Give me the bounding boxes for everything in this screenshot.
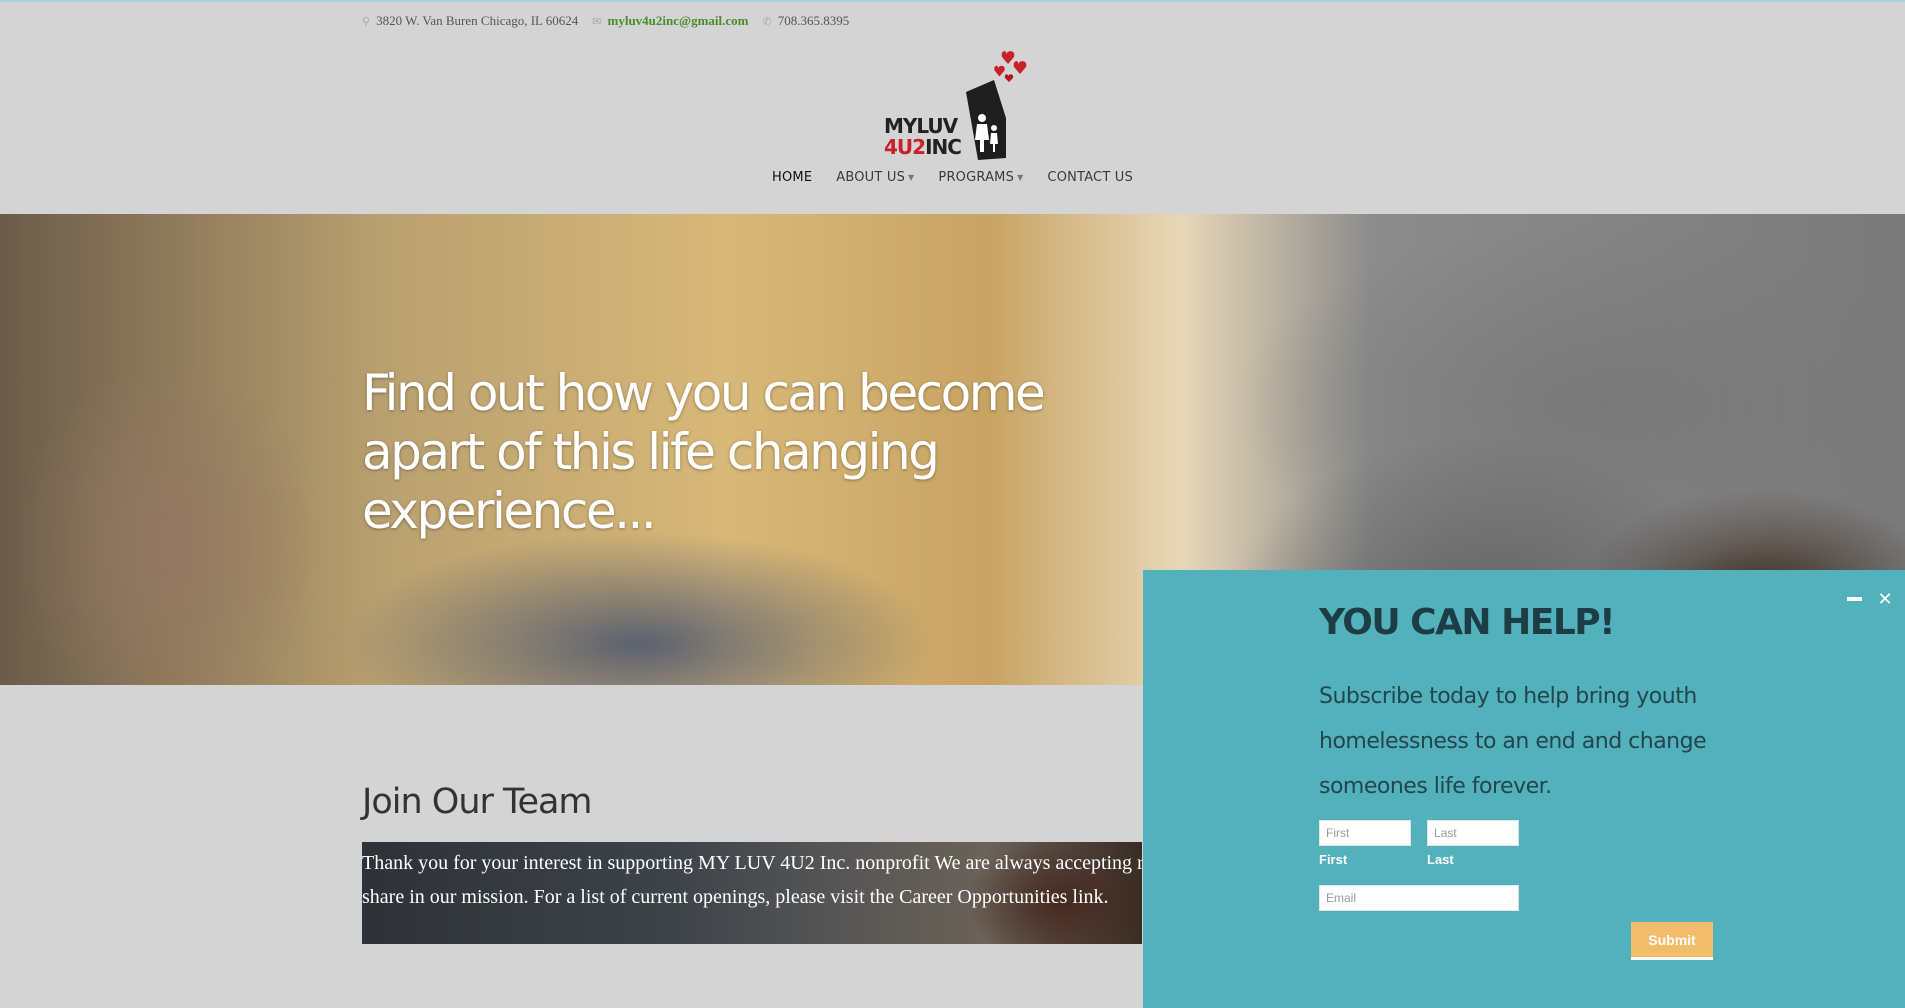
map-pin-icon: ⚲ bbox=[362, 14, 371, 28]
email-input[interactable] bbox=[1319, 885, 1519, 911]
phone-icon: ✆ bbox=[762, 14, 772, 28]
email-item[interactable]: ✉ myluv4u2inc@gmail.com bbox=[592, 13, 748, 29]
nav-programs[interactable]: PROGRAMS ▼ bbox=[938, 170, 1023, 185]
site-logo[interactable]: MYLUV 4U2INC bbox=[878, 48, 1028, 164]
nav-about-us[interactable]: ABOUT US ▼ bbox=[836, 170, 914, 185]
phone-text: 708.365.8395 bbox=[777, 13, 850, 28]
logo-wordmark: MYLUV 4U2INC bbox=[884, 114, 962, 159]
logo-line-2: 4U2INC bbox=[884, 135, 962, 159]
first-name-input[interactable] bbox=[1319, 820, 1411, 846]
popup-heading: YOU CAN HELP! bbox=[1319, 602, 1616, 643]
minus-icon[interactable] bbox=[1847, 596, 1863, 602]
join-team-banner: Thank you for your interest in supportin… bbox=[362, 842, 1142, 944]
email-link[interactable]: myluv4u2inc@gmail.com bbox=[608, 13, 749, 29]
logo-line-1: MYLUV bbox=[884, 114, 958, 138]
phone-item: ✆ 708.365.8395 bbox=[763, 13, 850, 29]
nav-home-label: HOME bbox=[772, 170, 813, 185]
contact-bar: ⚲ 3820 W. Van Buren Chicago, IL 60624 ✉ … bbox=[362, 12, 849, 30]
envelope-icon: ✉ bbox=[592, 14, 602, 28]
close-icon[interactable]: ✕ bbox=[1875, 590, 1895, 610]
nav-home[interactable]: HOME bbox=[772, 170, 812, 185]
last-name-input[interactable] bbox=[1427, 820, 1519, 846]
last-name-label: Last bbox=[1427, 852, 1454, 867]
hero-title: Find out how you can become apart of thi… bbox=[362, 364, 1046, 540]
chevron-down-icon: ▼ bbox=[1017, 173, 1024, 182]
logo-line-2-dark: INC bbox=[925, 135, 962, 159]
logo-line-2-red: 4U2 bbox=[884, 135, 926, 159]
nav-contact-us[interactable]: CONTACT US bbox=[1047, 170, 1133, 185]
address-text: 3820 W. Van Buren Chicago, IL 60624 bbox=[376, 13, 579, 28]
nav-about-label: ABOUT US bbox=[836, 170, 906, 185]
join-team-text: Thank you for your interest in supportin… bbox=[362, 852, 1142, 908]
address-item: ⚲ 3820 W. Van Buren Chicago, IL 60624 bbox=[362, 13, 578, 29]
first-name-label: First bbox=[1319, 852, 1348, 867]
join-team-title: Join Our Team bbox=[362, 782, 593, 822]
top-accent-bar bbox=[0, 0, 1905, 2]
submit-button[interactable]: Submit bbox=[1631, 922, 1713, 960]
nav-contact-label: CONTACT US bbox=[1047, 170, 1133, 185]
popup-description: Subscribe today to help bring youth home… bbox=[1319, 684, 1707, 799]
chevron-down-icon: ▼ bbox=[908, 173, 915, 182]
nav-programs-label: PROGRAMS bbox=[938, 170, 1015, 185]
main-nav: HOME ABOUT US ▼ PROGRAMS ▼ CONTACT US bbox=[0, 170, 1905, 185]
subscribe-popup: ✕ YOU CAN HELP! Subscribe today to help … bbox=[1143, 570, 1905, 1008]
